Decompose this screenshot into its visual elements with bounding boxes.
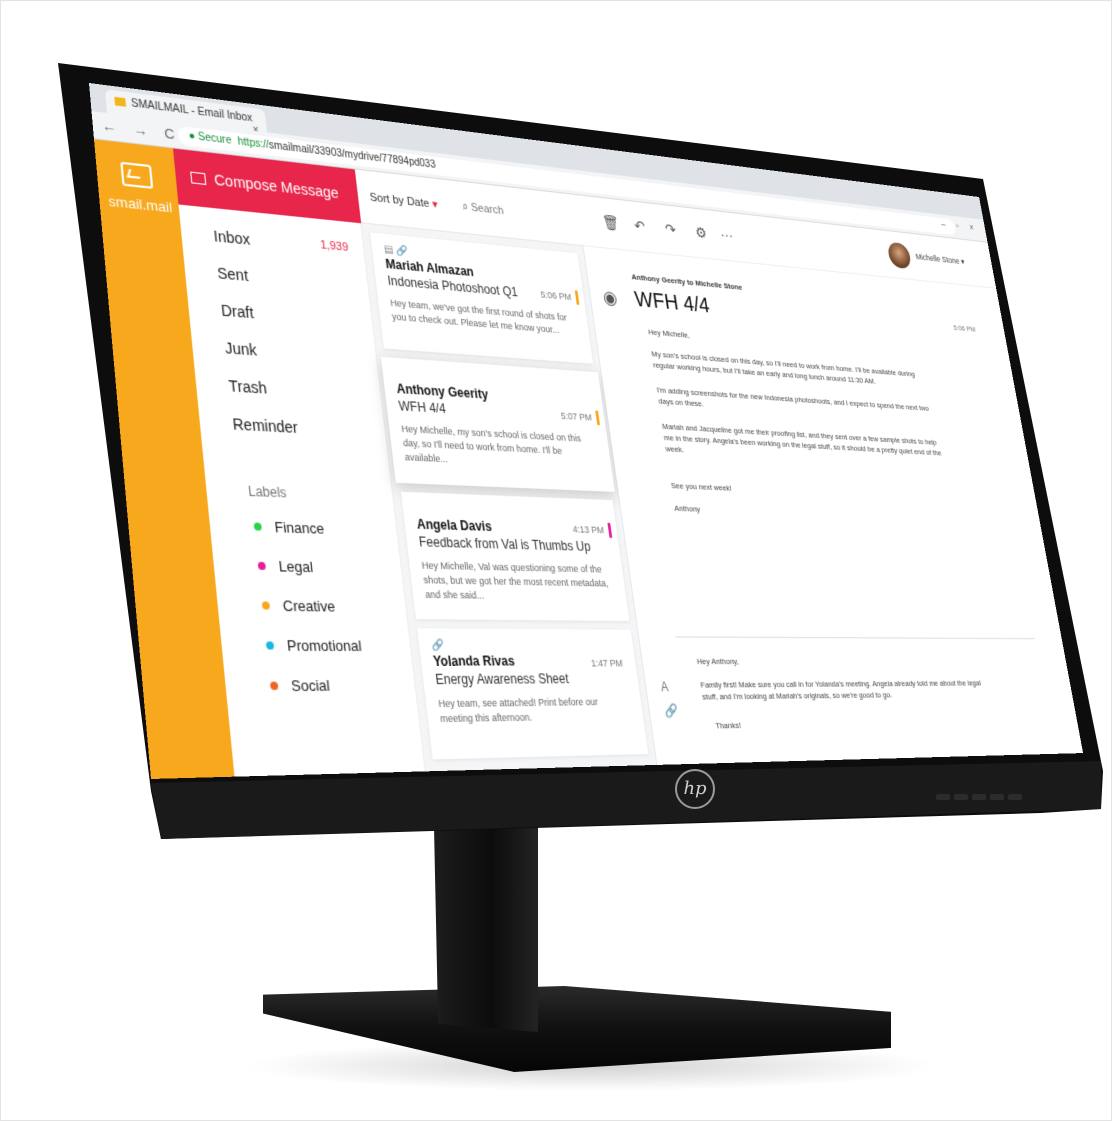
browser-nav-icons[interactable]: ← → C xyxy=(101,118,182,144)
body-paragraph: I'm adding screenshots for the new Indon… xyxy=(656,385,930,413)
reply-divider xyxy=(675,636,1036,640)
email-time: 5:07 PM xyxy=(560,410,593,423)
unread-count: 1,939 xyxy=(319,238,349,255)
monitor-stand xyxy=(434,827,538,1032)
email-preview: Hey team, see attached! Print before our… xyxy=(437,696,599,725)
monitor-buttons xyxy=(936,787,1056,801)
sort-dropdown[interactable]: Sort by Date ▾ xyxy=(369,190,438,211)
reply-paragraph: Hey Anthony, xyxy=(696,656,740,667)
email-subject: Feedback from Val is Thumbs Up xyxy=(418,534,592,555)
body-paragraph: Mariah and Jacqueline got me their proof… xyxy=(661,421,943,458)
reading-pane: 🗑 ↶ ↷ ⚙ ··· Michelle Stone ▾ ◉ Anthony G… xyxy=(576,195,1084,765)
label-text: Legal xyxy=(277,557,314,576)
folder-label: Inbox xyxy=(212,227,251,249)
folder-draft[interactable]: Draft xyxy=(220,301,368,330)
flag-marker xyxy=(607,522,613,538)
label-dot xyxy=(261,601,271,610)
search-placeholder: Search xyxy=(470,201,505,218)
trash-icon[interactable]: 🗑 xyxy=(601,213,621,232)
app-logo-text: smail.mail xyxy=(107,192,174,216)
label-creative[interactable]: Creative xyxy=(261,597,336,615)
avatar[interactable] xyxy=(886,241,913,270)
label-finance[interactable]: Finance xyxy=(253,518,325,537)
undo-icon[interactable]: ↶ xyxy=(633,217,646,236)
list-item[interactable]: ▤ 🔗 Mariah Almazan Indonesia Photoshoot … xyxy=(370,232,594,364)
compose-icon xyxy=(190,171,207,185)
email-preview: Hey team, we've got the first round of s… xyxy=(389,297,568,336)
chevron-down-icon: ▾ xyxy=(431,198,439,212)
labels-heading: Labels xyxy=(247,483,288,501)
folder-inbox[interactable]: Inbox 1,939 xyxy=(213,227,360,258)
sender-avatar-icon: ◉ xyxy=(601,287,619,309)
email-time: 5:06 PM xyxy=(952,323,977,334)
email-preview: Hey Michelle, my son's school is closed … xyxy=(400,423,582,465)
folder-label: Reminder xyxy=(231,414,299,437)
attachment-icons: 🔗 xyxy=(430,639,445,653)
search-input[interactable]: ⌕ Search xyxy=(461,196,574,232)
label-legal[interactable]: Legal xyxy=(257,557,314,576)
hp-logo: hp xyxy=(675,769,715,809)
label-text: Finance xyxy=(273,518,325,538)
label-social[interactable]: Social xyxy=(269,676,331,695)
list-item[interactable]: 🔗 Yolanda Rivas Energy Awareness Sheet 1… xyxy=(417,628,649,760)
label-text: Social xyxy=(290,676,331,695)
label-text: Promotional xyxy=(286,636,363,655)
attach-icon[interactable]: 🔗 xyxy=(663,703,679,718)
folder-label: Draft xyxy=(220,301,255,322)
email-time: 1:47 PM xyxy=(590,657,624,669)
reply-paragraph: Family first! Make sure you call in for … xyxy=(699,678,982,702)
folder-sent[interactable]: Sent xyxy=(216,264,363,294)
sort-label: Sort by Date xyxy=(369,191,431,211)
flag-marker xyxy=(595,410,601,426)
label-dot xyxy=(253,522,263,531)
folder-label: Junk xyxy=(224,338,258,359)
more-icon[interactable]: ··· xyxy=(719,226,734,243)
list-item-selected[interactable]: Anthony Geerity WFH 4/4 5:07 PM Hey Mich… xyxy=(380,356,615,492)
compose-label: Compose Message xyxy=(213,170,340,202)
gear-icon[interactable]: ⚙ xyxy=(694,224,708,242)
user-menu[interactable]: Michelle Stone ▾ xyxy=(915,252,965,267)
folder-label: Trash xyxy=(227,376,268,397)
folder-junk[interactable]: Junk xyxy=(224,339,372,367)
product-photo: hp SMAILMAIL - Email Inbox × ← → C ● Sec… xyxy=(0,0,1112,1121)
label-promotional[interactable]: Promotional xyxy=(265,636,363,655)
email-time: 4:13 PM xyxy=(572,523,605,536)
folder-trash[interactable]: Trash xyxy=(228,377,377,404)
label-dot xyxy=(257,561,267,571)
secure-label: Secure xyxy=(197,131,233,147)
body-paragraph: Anthony xyxy=(673,503,701,514)
email-subject: Energy Awareness Sheet xyxy=(434,671,570,688)
font-icon[interactable]: A xyxy=(660,679,669,694)
folder-reminder[interactable]: Reminder xyxy=(232,415,381,441)
smail-logo-icon xyxy=(120,161,154,189)
mail-favicon-icon xyxy=(114,96,127,107)
label-dot xyxy=(269,681,279,690)
url-scheme: https:// xyxy=(237,136,270,152)
reply-paragraph: Thanks! xyxy=(714,720,742,731)
list-item[interactable]: Angela Davis Feedback from Val is Thumbs… xyxy=(400,491,630,622)
body-paragraph: See you next week! xyxy=(670,480,733,493)
email-preview: Hey Michelle, Val was questioning some o… xyxy=(421,559,609,601)
label-dot xyxy=(265,641,275,650)
label-text: Creative xyxy=(281,596,336,615)
flag-marker xyxy=(574,290,580,305)
folder-label: Sent xyxy=(216,264,249,285)
redo-icon[interactable]: ↷ xyxy=(664,220,677,239)
email-title: WFH 4/4 xyxy=(632,286,712,318)
